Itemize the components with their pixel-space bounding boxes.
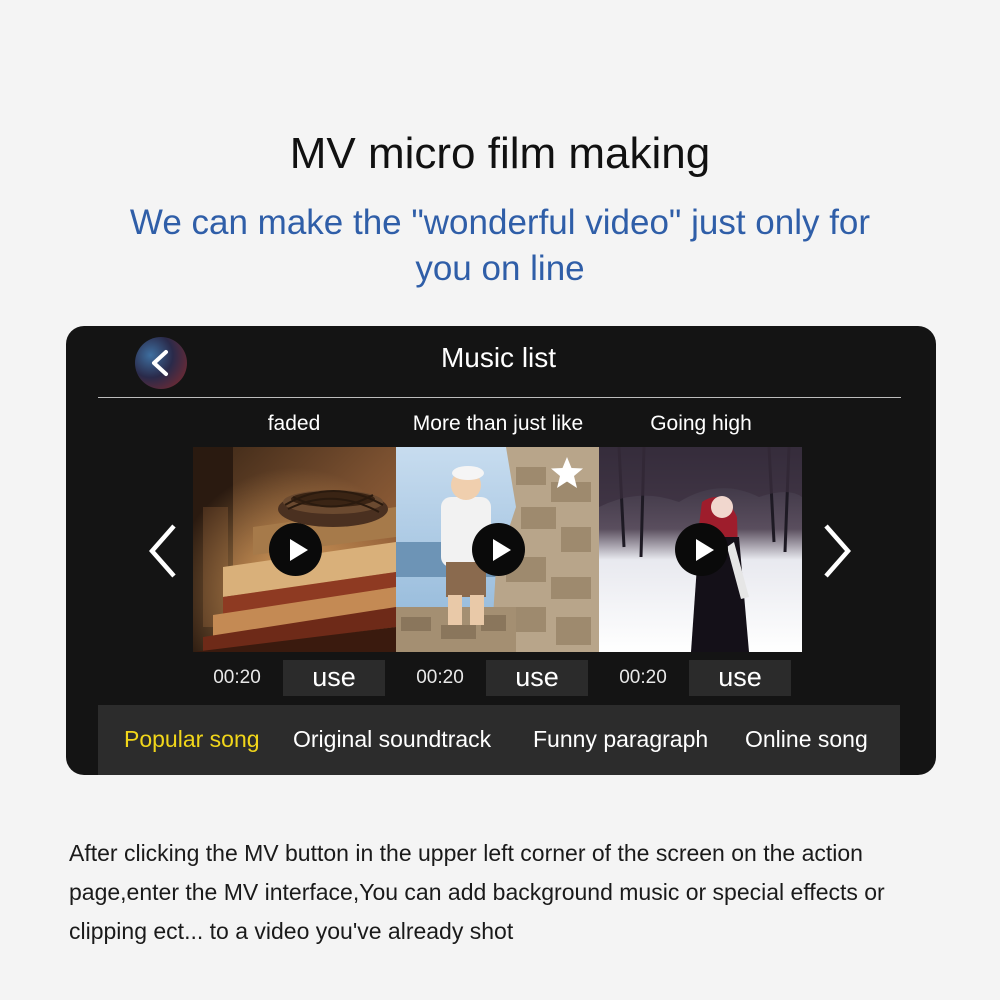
song-duration: 00:20	[213, 667, 261, 688]
play-button[interactable]	[675, 523, 728, 576]
page-subtitle: We can make the "wonderful video" just o…	[129, 203, 871, 288]
star-icon[interactable]	[549, 455, 585, 491]
music-list-screen: Music list faded More than just like Goi…	[66, 326, 936, 775]
use-button[interactable]: use	[283, 660, 385, 696]
use-button[interactable]: use	[486, 660, 588, 696]
song-controls: 00:20 use	[599, 652, 802, 702]
back-button[interactable]	[135, 337, 187, 389]
song-duration: 00:20	[619, 667, 667, 688]
tab-popular-song[interactable]: Popular song	[124, 726, 260, 753]
page-title: MV micro film making	[289, 129, 711, 178]
tab-online-song[interactable]: Online song	[745, 726, 868, 753]
category-tabs: Popular song Original soundtrack Funny p…	[98, 705, 900, 775]
song-controls: 00:20 use	[193, 652, 396, 702]
song-title: More than just like	[412, 412, 584, 435]
song-duration: 00:20	[416, 667, 464, 688]
use-button[interactable]: use	[689, 660, 791, 696]
play-button[interactable]	[269, 523, 322, 576]
previous-arrow-button[interactable]	[146, 522, 180, 580]
tab-funny-paragraph[interactable]: Funny paragraph	[533, 726, 708, 753]
song-title: Going high	[650, 412, 752, 435]
song-title: faded	[267, 412, 321, 435]
song-thumbnail[interactable]	[599, 447, 802, 652]
header-divider	[98, 397, 901, 398]
feature-description: After clicking the MV button in the uppe…	[69, 840, 885, 944]
next-arrow-button[interactable]	[820, 522, 854, 580]
song-controls: 00:20 use	[396, 652, 599, 702]
chevron-left-icon	[152, 350, 168, 376]
play-button[interactable]	[472, 523, 525, 576]
screen-title: Music list	[440, 342, 557, 373]
song-thumbnail[interactable]	[193, 447, 396, 652]
song-thumbnail[interactable]	[396, 447, 599, 652]
tab-original-soundtrack[interactable]: Original soundtrack	[293, 726, 491, 753]
